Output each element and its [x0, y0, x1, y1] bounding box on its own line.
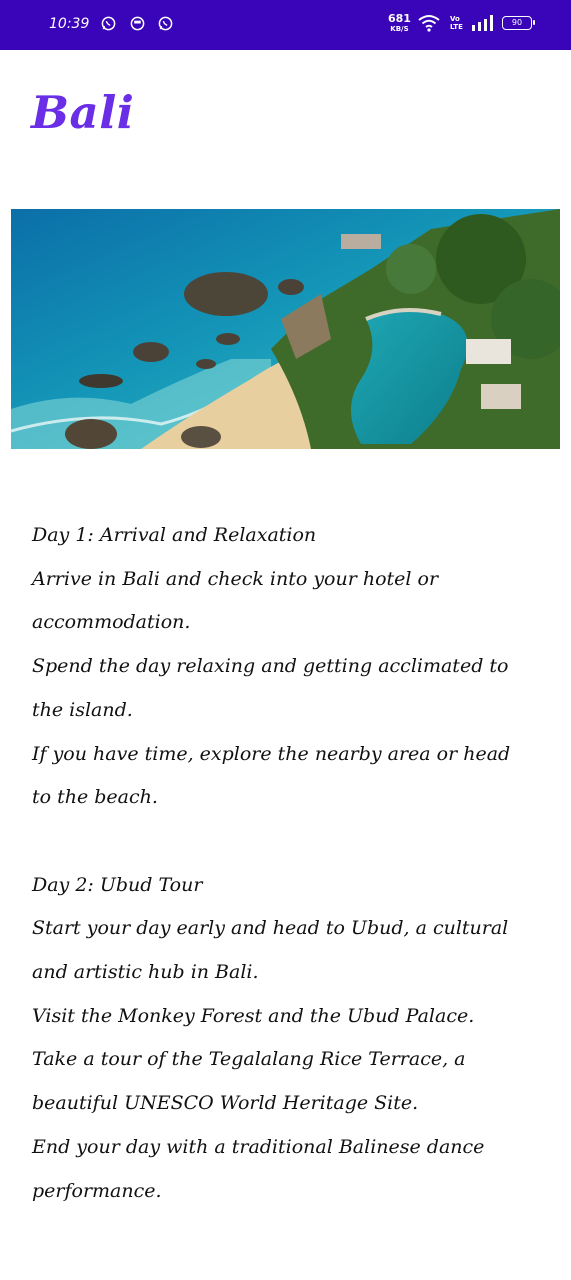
- whatsapp-icon: [158, 16, 173, 31]
- circle-app-icon: [130, 16, 145, 31]
- itinerary-line: the island.: [32, 698, 133, 721]
- itinerary-line: Arrive in Bali and check into your hotel…: [32, 567, 439, 590]
- itinerary-line: accommodation.: [32, 611, 191, 634]
- itinerary-line: Take a tour of the Tegalalang Rice Terra…: [32, 1048, 466, 1071]
- status-time: 10:39: [49, 16, 90, 32]
- itinerary: Day 1: Arrival and Relaxation Arrive in …: [32, 514, 552, 1213]
- itinerary-line: Spend the day relaxing and getting accli…: [32, 655, 509, 678]
- day2-heading: Day 2: Ubud Tour: [32, 873, 203, 896]
- itinerary-line: and artistic hub in Bali.: [32, 961, 259, 984]
- page-title: Bali: [31, 86, 135, 139]
- itinerary-line: Start your day early and head to Ubud, a…: [32, 917, 509, 940]
- network-speed: 681 KB/S: [388, 12, 411, 33]
- hero-image: [11, 209, 560, 449]
- itinerary-line: End your day with a traditional Balinese…: [32, 1135, 485, 1158]
- signal-icon: [472, 15, 493, 31]
- status-bar: 10:39 681 KB/S Vo LTE 90: [0, 0, 571, 50]
- wifi-icon: [418, 15, 440, 32]
- itinerary-line: If you have time, explore the nearby are…: [32, 742, 511, 765]
- itinerary-line: performance.: [32, 1179, 162, 1202]
- whatsapp-icon: [101, 16, 116, 31]
- itinerary-line: to the beach.: [32, 786, 158, 809]
- itinerary-line: beautiful UNESCO World Heritage Site.: [32, 1092, 419, 1115]
- battery-icon: 90: [502, 16, 535, 30]
- itinerary-line: Visit the Monkey Forest and the Ubud Pal…: [32, 1004, 475, 1027]
- volte-indicator: Vo LTE: [450, 15, 463, 31]
- day1-heading: Day 1: Arrival and Relaxation: [32, 524, 317, 546]
